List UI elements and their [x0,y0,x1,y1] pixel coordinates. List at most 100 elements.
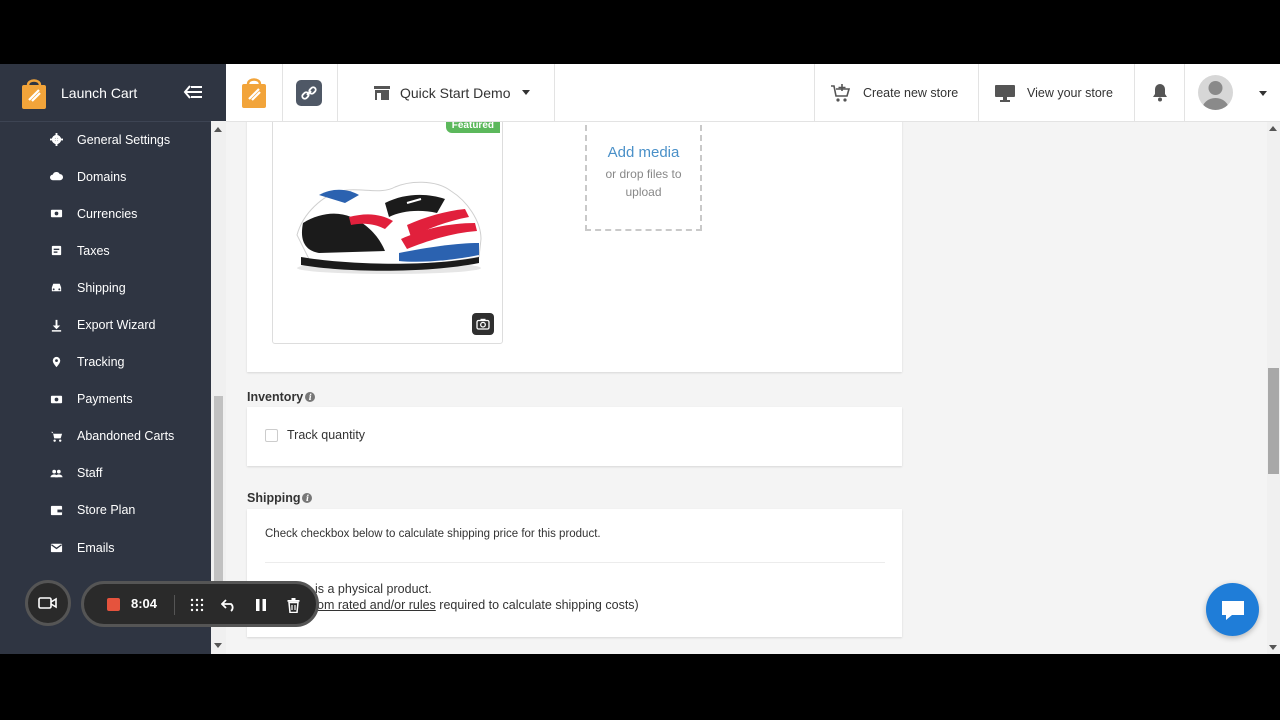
video-camera-icon [38,597,57,609]
physical-product-label: is a physical product. [315,582,432,596]
section-title-text: Shipping [247,491,301,505]
stop-recording-button[interactable] [107,598,120,611]
sidebar-item-taxes[interactable]: Taxes [0,232,211,269]
brand: Launch Cart [0,64,226,122]
track-quantity-checkbox[interactable] [265,429,278,442]
shipping-title: Shipping i [247,491,313,505]
camera-icon[interactable] [472,313,494,335]
mail-icon [49,541,63,555]
shopping-bag-logo-icon[interactable] [240,75,268,109]
divider [1184,64,1185,121]
shipping-rates-suffix: required to calculate shipping costs) [435,598,639,612]
scroll-down-arrow-icon[interactable] [1269,645,1277,650]
inventory-title: Inventory i [247,390,316,404]
media-card: Featured Add media or drop files to uplo… [247,122,902,372]
info-icon[interactable]: i [302,493,313,503]
product-image[interactable]: Featured [272,122,503,344]
drop-hint-line: or drop files to [605,167,682,181]
recorder-camera-button[interactable] [25,580,71,626]
scroll-down-arrow-icon[interactable] [214,643,222,648]
sidebar-item-domains[interactable]: Domains [0,158,211,195]
gear-icon [49,133,63,147]
sneaker-image [296,181,482,274]
sidebar-scrollbar[interactable] [211,121,226,654]
sidebar-item-label: Export Wizard [77,318,156,333]
section-title-text: Inventory [247,390,304,404]
inventory-card: Track quantity [247,407,902,466]
settings-menu: General Settings Domains Currencies Taxe… [0,121,211,566]
track-quantity-label: Track quantity [287,428,366,442]
shipping-rates-link[interactable]: om rated and/or rules [317,598,436,612]
link-icon[interactable] [296,80,322,106]
divider [1134,64,1135,121]
view-store-button[interactable]: View your store [994,64,1113,121]
store-selector[interactable]: Quick Start Demo [373,64,531,121]
chat-button[interactable] [1206,583,1259,636]
main-scroll-thumb[interactable] [1268,368,1279,474]
sidebar-item-emails[interactable]: Emails [0,529,211,566]
sidebar-item-label: General Settings [77,132,171,147]
avatar[interactable] [1198,75,1233,110]
sidebar-item-staff[interactable]: Staff [0,455,211,492]
featured-badge: Featured [445,122,500,133]
sidebar: Launch Cart General Settings Domains Cur… [0,64,226,654]
sidebar-item-label: Abandoned Carts [77,429,175,444]
video-letterbox-bottom [0,654,1280,720]
chat-bubble-icon [1221,600,1244,620]
sidebar-item-export-wizard[interactable]: Export Wizard [0,306,211,343]
car-icon [49,281,63,295]
divider [554,64,555,121]
sidebar-item-general-settings[interactable]: General Settings [0,121,211,158]
chevron-down-icon[interactable] [1259,91,1267,96]
divider [814,64,815,121]
store-name: Quick Start Demo [400,84,511,101]
video-letterbox-top [0,0,1280,64]
sidebar-item-label: Staff [77,466,103,481]
monitor-icon [995,84,1015,102]
main-scrollbar[interactable] [1267,122,1280,654]
sidebar-item-currencies[interactable]: Currencies [0,195,211,232]
add-media-link[interactable]: Add media [587,144,700,161]
collapse-sidebar-icon[interactable] [182,82,204,102]
sidebar-item-label: Payments [77,392,133,407]
shipping-rates-note: om rated and/or rules required to calcul… [317,598,639,612]
scroll-up-arrow-icon[interactable] [214,127,222,132]
cloud-icon [49,170,63,184]
create-store-button[interactable]: Create new store [830,64,958,121]
storefront-icon [374,85,390,100]
shopping-bag-logo-icon [22,78,46,109]
sidebar-item-label: Tracking [77,355,125,370]
sidebar-item-shipping[interactable]: Shipping [0,269,211,306]
sidebar-item-tracking[interactable]: Tracking [0,344,211,381]
sidebar-item-label: Emails [77,540,115,555]
money-icon [49,207,63,221]
undo-icon[interactable] [220,596,238,614]
drop-hint: or drop files to upload [587,165,700,201]
shipping-instruction: Check checkbox below to calculate shippi… [265,528,601,540]
people-icon [49,466,63,480]
sidebar-scroll-thumb[interactable] [214,396,223,581]
view-store-label: View your store [1027,85,1113,100]
money-icon [49,392,63,406]
trash-icon[interactable] [284,596,302,614]
create-store-label: Create new store [863,85,959,100]
grid-dots-icon[interactable] [188,596,206,614]
product-editor: Featured Add media or drop files to uplo… [226,122,1267,654]
recording-time: 8:04 [131,596,158,611]
info-icon[interactable]: i [305,392,316,402]
divider [978,64,979,121]
sidebar-item-payments[interactable]: Payments [0,381,211,418]
scroll-up-arrow-icon[interactable] [1269,126,1277,131]
sidebar-item-abandoned-carts[interactable]: Abandoned Carts [0,418,211,455]
download-icon [49,318,63,332]
pause-icon[interactable] [252,596,270,614]
add-cart-icon [831,83,851,102]
sidebar-item-label: Taxes [77,243,110,258]
sidebar-item-label: Store Plan [77,503,136,518]
sidebar-item-store-plan[interactable]: Store Plan [0,492,211,529]
divider [337,64,338,121]
divider [282,64,283,121]
media-dropzone[interactable]: Add media or drop files to upload [585,122,702,231]
bell-icon[interactable] [1151,82,1169,102]
chevron-down-icon [522,90,531,95]
